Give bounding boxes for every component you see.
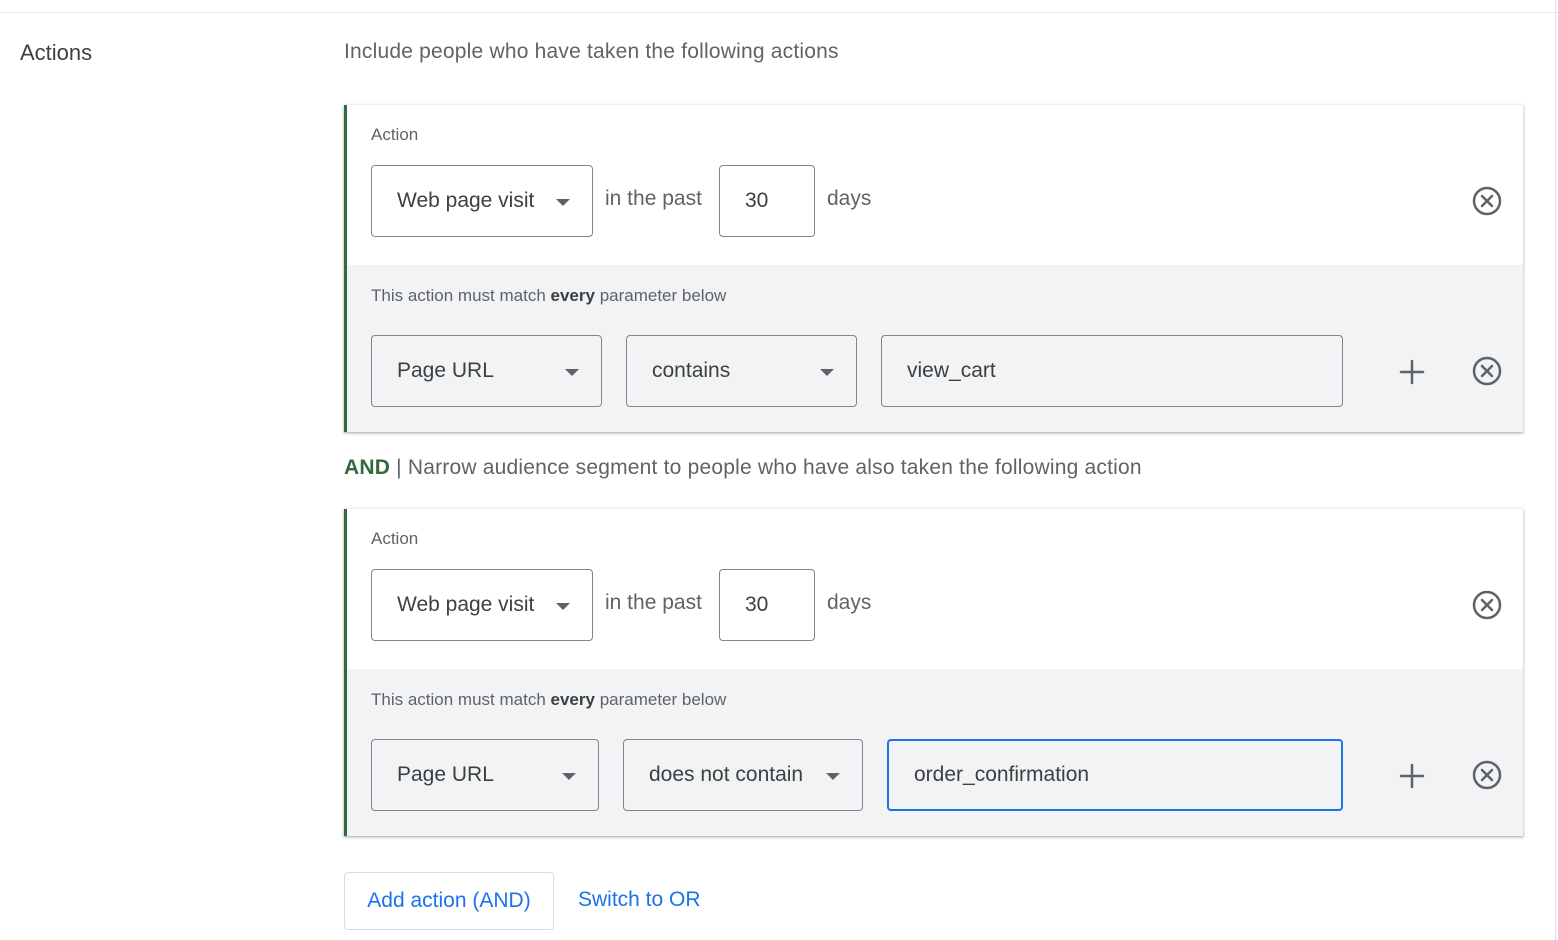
action-label: Action xyxy=(371,529,419,548)
close-circle-icon xyxy=(1472,186,1502,216)
add-parameter-button[interactable] xyxy=(1395,759,1429,793)
days-input[interactable]: 30 xyxy=(719,165,815,237)
param-operator-value: contains xyxy=(652,359,731,382)
caret-down-icon xyxy=(826,773,840,780)
param-operator-value: does not contain xyxy=(649,763,804,786)
top-divider xyxy=(0,12,1558,13)
caret-down-icon xyxy=(562,773,576,780)
switch-to-or-link[interactable]: Switch to OR xyxy=(578,888,701,912)
days-input[interactable]: 30 xyxy=(719,569,815,641)
plus-icon xyxy=(1399,763,1425,789)
action-card-1: Action Web page visit in the past 30 day… xyxy=(344,105,1523,432)
parameters-note: This action must match every parameter b… xyxy=(371,690,726,710)
and-separator: | xyxy=(396,456,402,479)
param-field-value: Page URL xyxy=(397,359,494,382)
days-label: days xyxy=(827,187,872,210)
params-note-prefix: This action must match xyxy=(371,286,546,305)
days-value: 30 xyxy=(745,189,769,212)
param-operator-dropdown[interactable]: does not contain xyxy=(623,739,863,811)
remove-action-button[interactable] xyxy=(1471,185,1503,217)
params-note-bold: every xyxy=(550,286,595,305)
param-field-dropdown[interactable]: Page URL xyxy=(371,739,599,811)
in-the-past-label: in the past xyxy=(605,591,702,614)
params-note-prefix: This action must match xyxy=(371,690,546,709)
params-note-bold: every xyxy=(550,690,595,709)
action-label: Action xyxy=(371,125,419,144)
days-label: days xyxy=(827,591,872,614)
param-field-value: Page URL xyxy=(397,763,494,786)
close-circle-icon xyxy=(1472,590,1502,620)
action-card-2: Action Web page visit in the past 30 day… xyxy=(344,509,1523,836)
and-connector: AND | Narrow audience segment to people … xyxy=(344,456,1142,480)
caret-down-icon xyxy=(556,603,570,610)
and-keyword: AND xyxy=(344,456,391,479)
add-parameter-button[interactable] xyxy=(1395,355,1429,389)
param-value-text: order_confirmation xyxy=(914,763,1090,786)
action-type-value: Web page visit xyxy=(397,189,535,212)
param-value-input[interactable]: view_cart xyxy=(881,335,1343,407)
right-scroll-edge xyxy=(1555,0,1556,940)
param-operator-dropdown[interactable]: contains xyxy=(626,335,857,407)
parameters-panel: This action must match every parameter b… xyxy=(347,265,1523,432)
parameters-note: This action must match every parameter b… xyxy=(371,286,726,306)
remove-parameter-button[interactable] xyxy=(1471,355,1503,387)
param-value-text: view_cart xyxy=(907,359,996,382)
action-type-dropdown[interactable]: Web page visit xyxy=(371,165,593,237)
days-value: 30 xyxy=(745,593,769,616)
in-the-past-label: in the past xyxy=(605,187,702,210)
section-description: Include people who have taken the follow… xyxy=(344,40,839,63)
close-circle-icon xyxy=(1472,760,1502,790)
param-value-input[interactable]: order_confirmation xyxy=(887,739,1343,811)
and-description: Narrow audience segment to people who ha… xyxy=(407,456,1142,479)
close-circle-icon xyxy=(1472,356,1502,386)
add-action-button[interactable]: Add action (AND) xyxy=(344,872,554,930)
caret-down-icon xyxy=(556,199,570,206)
params-note-suffix: parameter below xyxy=(599,286,727,305)
remove-parameter-button[interactable] xyxy=(1471,759,1503,791)
plus-icon xyxy=(1399,359,1425,385)
remove-action-button[interactable] xyxy=(1471,589,1503,621)
param-field-dropdown[interactable]: Page URL xyxy=(371,335,602,407)
caret-down-icon xyxy=(820,369,834,376)
action-type-dropdown[interactable]: Web page visit xyxy=(371,569,593,641)
caret-down-icon xyxy=(565,369,579,376)
section-label: Actions xyxy=(20,40,93,65)
params-note-suffix: parameter below xyxy=(599,690,727,709)
action-type-value: Web page visit xyxy=(397,593,535,616)
parameters-panel: This action must match every parameter b… xyxy=(347,669,1523,836)
